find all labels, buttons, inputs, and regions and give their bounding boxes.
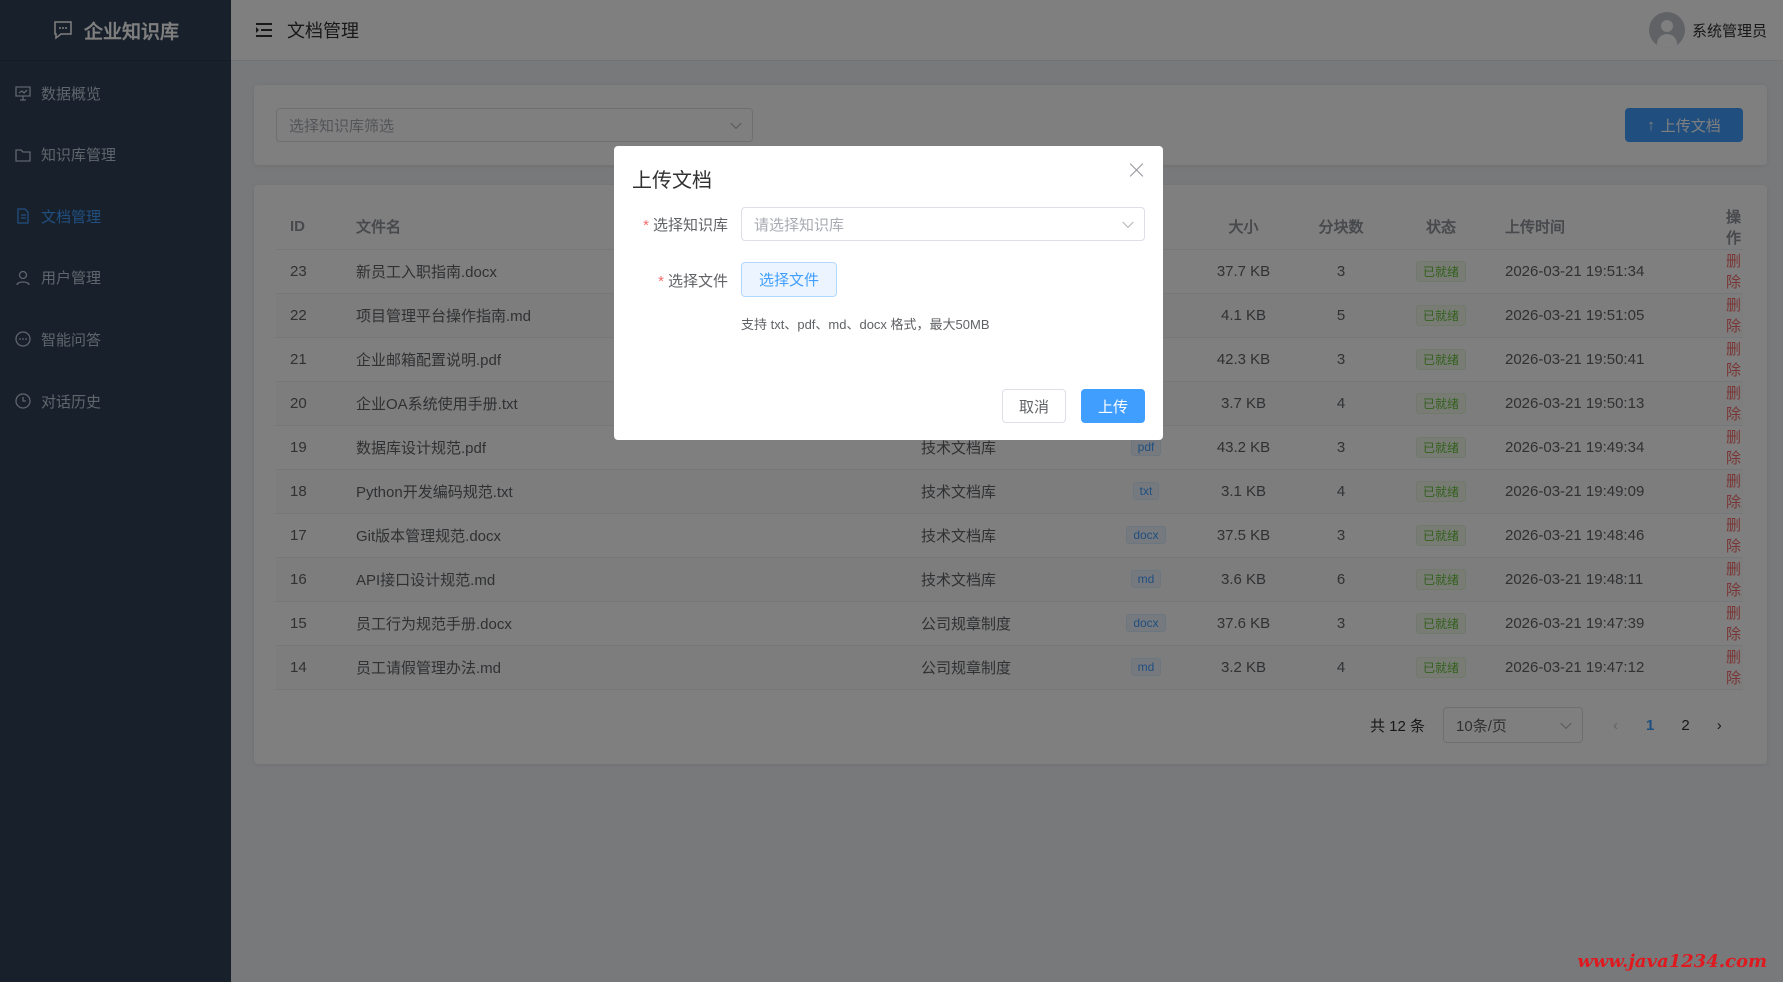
close-icon[interactable] bbox=[1129, 162, 1145, 178]
kb-select[interactable]: 请选择知识库 bbox=[741, 207, 1145, 241]
submit-upload-button[interactable]: 上传 bbox=[1081, 389, 1145, 423]
kb-label-text: 选择知识库 bbox=[653, 217, 728, 234]
file-label-text: 选择文件 bbox=[668, 273, 728, 290]
required-mark: * bbox=[658, 273, 664, 290]
kb-field-label: *选择知识库 bbox=[643, 214, 728, 235]
dialog-title: 上传文档 bbox=[632, 164, 712, 193]
file-field-label: *选择文件 bbox=[658, 270, 728, 291]
upload-hint: 支持 txt、pdf、md、docx 格式，最大50MB bbox=[741, 314, 990, 333]
upload-dialog: 上传文档 *选择知识库 请选择知识库 *选择文件 选择文件 支持 txt、pdf… bbox=[614, 146, 1163, 440]
watermark: www.java1234.com bbox=[1577, 951, 1767, 972]
chevron-down-icon bbox=[1122, 217, 1133, 228]
kb-select-placeholder: 请选择知识库 bbox=[754, 214, 844, 235]
cancel-button[interactable]: 取消 bbox=[1002, 389, 1066, 423]
choose-file-button[interactable]: 选择文件 bbox=[741, 262, 837, 297]
required-mark: * bbox=[643, 217, 649, 234]
